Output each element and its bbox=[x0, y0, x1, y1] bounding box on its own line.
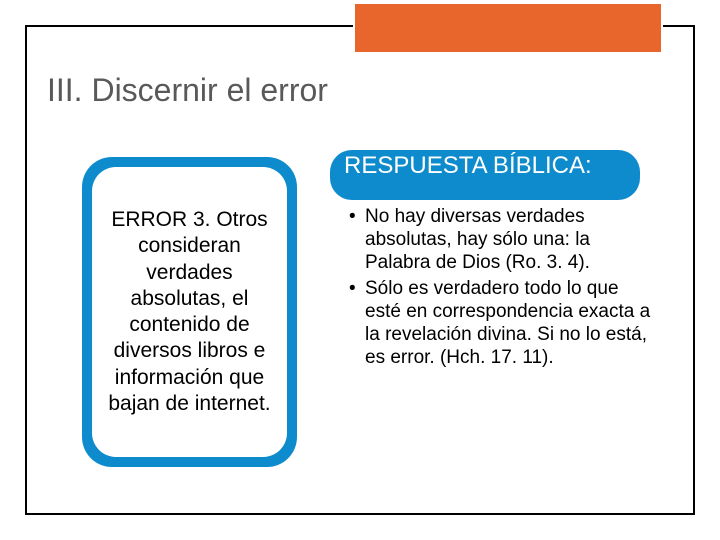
bullet-item: No hay diversas verdades absolutas, hay … bbox=[347, 205, 657, 275]
error-card: ERROR 3. Otros consideran verdades absol… bbox=[82, 157, 297, 467]
slide-frame: III. Discernir el error ERROR 3. Otros c… bbox=[25, 25, 695, 515]
error-card-inner: ERROR 3. Otros consideran verdades absol… bbox=[92, 167, 287, 457]
response-heading-text: RESPUESTA BÍBLICA: bbox=[344, 153, 626, 178]
slide-title: III. Discernir el error bbox=[47, 72, 328, 109]
error-card-text: ERROR 3. Otros consideran verdades absol… bbox=[106, 207, 273, 417]
header-accent-bar bbox=[353, 2, 663, 54]
response-heading-pill: RESPUESTA BÍBLICA: bbox=[330, 150, 640, 200]
response-bullets: No hay diversas verdades absolutas, hay … bbox=[347, 205, 657, 371]
bullet-item: Sólo es verdadero todo lo que esté en co… bbox=[347, 277, 657, 370]
